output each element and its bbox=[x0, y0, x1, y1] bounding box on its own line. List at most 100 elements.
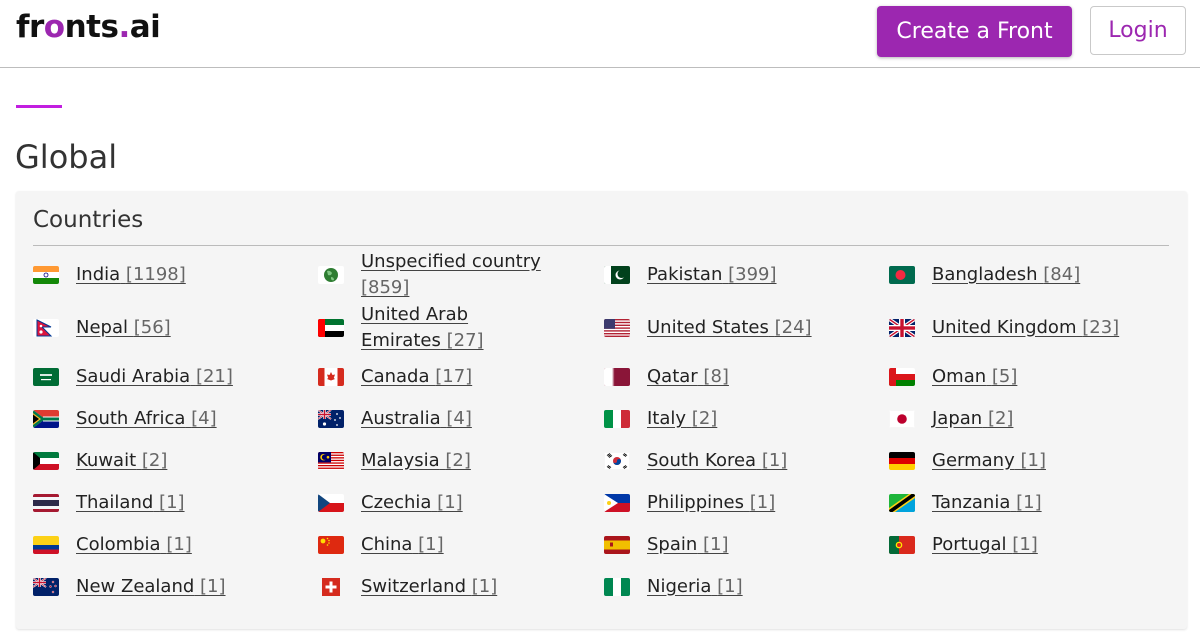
czechia-flag-icon bbox=[318, 494, 344, 512]
country-list: India [1198] Unspecified country [859] Pak… bbox=[16, 251, 1187, 608]
country-link[interactable]: Bangladesh [84] bbox=[932, 262, 1080, 288]
country-link[interactable]: Nigeria [1] bbox=[647, 574, 743, 600]
country-count: [21] bbox=[195, 366, 233, 387]
country-link[interactable]: Japan [2] bbox=[932, 406, 1013, 432]
country-name: New Zealand bbox=[76, 576, 195, 597]
country-link[interactable]: Qatar [8] bbox=[647, 364, 729, 390]
country-link[interactable]: Portugal [1] bbox=[932, 532, 1038, 558]
country-link[interactable]: Spain [1] bbox=[647, 532, 729, 558]
country-item: New Zealand [1] bbox=[16, 566, 301, 608]
country-name: Oman bbox=[932, 366, 987, 387]
country-item: Portugal [1] bbox=[872, 524, 1157, 566]
country-count: [2] bbox=[987, 408, 1014, 429]
country-name: Nigeria bbox=[647, 576, 712, 597]
germany-flag-icon bbox=[889, 452, 915, 470]
country-link[interactable]: Australia [4] bbox=[361, 406, 472, 432]
country-name: China bbox=[361, 534, 413, 555]
uae-flag-icon bbox=[318, 318, 344, 337]
nepal-flag-icon bbox=[33, 318, 59, 337]
country-name: Malaysia bbox=[361, 450, 440, 471]
country-name: Italy bbox=[647, 408, 687, 429]
divider bbox=[33, 245, 1169, 246]
country-count: [859] bbox=[361, 277, 410, 298]
country-name: Australia bbox=[361, 408, 441, 429]
country-link[interactable]: Nepal [56] bbox=[76, 315, 171, 341]
country-link[interactable]: Saudi Arabia [21] bbox=[76, 364, 233, 390]
country-count: [4] bbox=[191, 408, 217, 429]
country-link[interactable]: South Korea [1] bbox=[647, 448, 787, 474]
create-front-button[interactable]: Create a Front bbox=[877, 6, 1072, 57]
country-item: United Arab Emirates [27] bbox=[301, 299, 587, 356]
canada-flag-icon bbox=[318, 368, 344, 386]
country-link[interactable]: New Zealand [1] bbox=[76, 574, 226, 600]
country-link[interactable]: China [1] bbox=[361, 532, 444, 558]
country-item: Switzerland [1] bbox=[301, 566, 587, 608]
country-link[interactable]: South Africa [4] bbox=[76, 406, 217, 432]
switzerland-flag-icon bbox=[318, 578, 344, 596]
title-accent-bar bbox=[16, 105, 62, 108]
country-item: Canada [17] bbox=[301, 356, 587, 398]
country-name: Qatar bbox=[647, 366, 698, 387]
saudi-arabia-flag-icon bbox=[33, 368, 59, 386]
country-link[interactable]: United States [24] bbox=[647, 315, 812, 341]
country-name: Portugal bbox=[932, 534, 1007, 555]
country-link[interactable]: United Arab Emirates [27] bbox=[361, 302, 501, 354]
country-link[interactable]: Italy [2] bbox=[647, 406, 717, 432]
country-name: Kuwait bbox=[76, 450, 137, 471]
country-link[interactable]: Thailand [1] bbox=[76, 490, 185, 516]
tanzania-flag-icon bbox=[889, 494, 915, 512]
country-link[interactable]: India [1198] bbox=[76, 262, 186, 288]
country-count: [2] bbox=[141, 450, 168, 471]
country-link[interactable]: Pakistan [399] bbox=[647, 262, 777, 288]
country-count: [1198] bbox=[125, 264, 186, 285]
country-count: [1] bbox=[761, 450, 788, 471]
country-count: [23] bbox=[1082, 316, 1120, 338]
logo-dot: . bbox=[118, 9, 130, 45]
country-name: Japan bbox=[932, 408, 983, 429]
country-link[interactable]: Kuwait [2] bbox=[76, 448, 167, 474]
country-item: Philippines [1] bbox=[587, 482, 872, 524]
country-item: United Kingdom [23] bbox=[872, 299, 1157, 356]
south-africa-flag-icon bbox=[33, 410, 59, 428]
login-button[interactable]: Login bbox=[1090, 6, 1186, 55]
country-name: India bbox=[76, 264, 121, 285]
country-count: [5] bbox=[991, 366, 1018, 387]
logo[interactable]: fronts.ai bbox=[16, 9, 161, 45]
logo-text-accent: o bbox=[43, 9, 65, 45]
country-count: [56] bbox=[133, 316, 171, 338]
country-item: Nepal [56] bbox=[16, 299, 301, 356]
country-link[interactable]: Unspecified country [859] bbox=[361, 249, 587, 301]
country-item: Saudi Arabia [21] bbox=[16, 356, 301, 398]
country-link[interactable]: Oman [5] bbox=[932, 364, 1017, 390]
country-item: Nigeria [1] bbox=[587, 566, 872, 608]
country-count: [1] bbox=[1012, 534, 1038, 555]
country-link[interactable]: Colombia [1] bbox=[76, 532, 192, 558]
nigeria-flag-icon bbox=[604, 578, 630, 596]
country-item: Qatar [8] bbox=[587, 356, 872, 398]
thailand-flag-icon bbox=[33, 494, 59, 512]
country-link[interactable]: Czechia [1] bbox=[361, 490, 463, 516]
country-link[interactable]: Switzerland [1] bbox=[361, 574, 497, 600]
country-link[interactable]: Canada [17] bbox=[361, 364, 472, 390]
country-item: Oman [5] bbox=[872, 356, 1157, 398]
country-count: [1] bbox=[437, 492, 463, 513]
country-count: [84] bbox=[1043, 264, 1081, 285]
country-name: Pakistan bbox=[647, 264, 723, 285]
country-item: Spain [1] bbox=[587, 524, 872, 566]
country-link[interactable]: Tanzania [1] bbox=[932, 490, 1042, 516]
country-item: Japan [2] bbox=[872, 398, 1157, 440]
country-link[interactable]: Philippines [1] bbox=[647, 490, 775, 516]
qatar-flag-icon bbox=[604, 368, 630, 386]
top-navbar: fronts.ai Create a Front Login bbox=[0, 0, 1200, 68]
page-title: Global bbox=[15, 138, 118, 177]
australia-flag-icon bbox=[318, 410, 344, 428]
country-link[interactable]: United Kingdom [23] bbox=[932, 315, 1119, 341]
country-name: Tanzania bbox=[932, 492, 1011, 513]
country-count: [1] bbox=[471, 576, 498, 597]
country-link[interactable]: Germany [1] bbox=[932, 448, 1046, 474]
pakistan-flag-icon bbox=[604, 266, 630, 284]
country-name: United Kingdom bbox=[932, 316, 1077, 338]
country-link[interactable]: Malaysia [2] bbox=[361, 448, 471, 474]
country-item: China [1] bbox=[301, 524, 587, 566]
country-count: [1] bbox=[717, 576, 743, 597]
